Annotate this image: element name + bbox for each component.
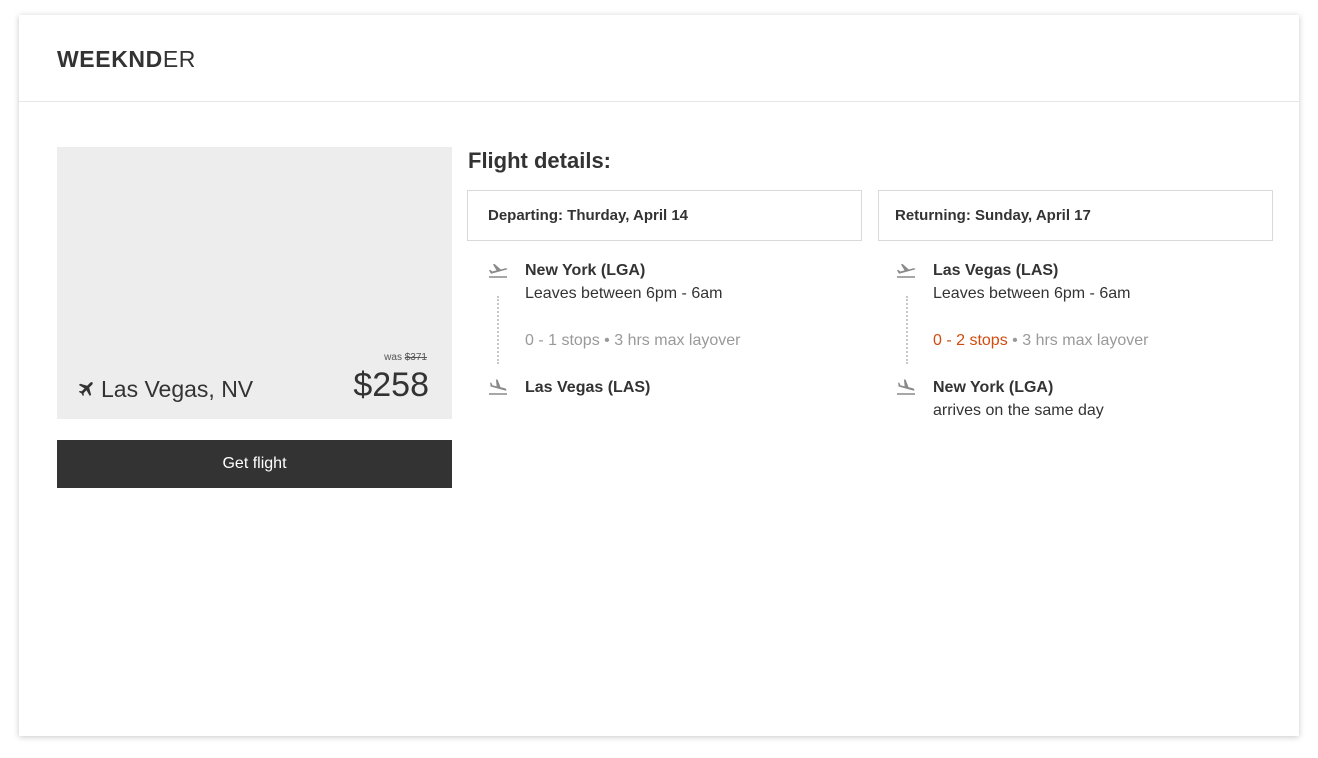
logo-bold-part: WEEKND	[57, 46, 163, 72]
arrival-note: arrives on the same day	[933, 402, 1104, 419]
returning-destination: New York (LGA)	[933, 379, 1054, 396]
takeoff-icon	[488, 263, 508, 278]
returning-leg: Las Vegas (LAS) Leaves between 6pm - 6am…	[878, 241, 1273, 441]
route-dotted-line	[497, 296, 499, 364]
departing-origin: New York (LGA)	[525, 262, 646, 279]
returning-column: Returning: Sunday, April 17 Las Vegas (L…	[878, 190, 1273, 441]
landing-icon	[489, 379, 507, 395]
weeknder-logo[interactable]: WEEKNDER	[57, 46, 196, 72]
returning-origin: Las Vegas (LAS)	[933, 262, 1059, 279]
destination-row: Las Vegas, NV	[77, 376, 253, 402]
departing-destination: Las Vegas (LAS)	[525, 379, 651, 396]
takeoff-icon	[896, 263, 916, 278]
departing-stops: 0 - 1 stops	[525, 332, 600, 349]
flight-details-title: Flight details:	[468, 148, 611, 173]
destination-card: was $371 $258 Las Vegas, NV	[57, 147, 452, 419]
separator-dot: •	[604, 332, 610, 349]
was-label: was	[384, 352, 402, 363]
departing-layover: 3 hrs max layover	[614, 332, 741, 349]
departing-stops-info: 0 - 1 stops • 3 hrs max layover	[525, 331, 740, 351]
departing-header[interactable]: Departing: Thurday, April 14	[467, 190, 862, 241]
get-flight-button[interactable]: Get flight	[57, 440, 452, 488]
returning-layover: 3 hrs max layover	[1022, 332, 1149, 349]
route-dotted-line	[906, 296, 908, 364]
was-price: was $371	[384, 352, 427, 363]
returning-stops: 0 - 2 stops	[933, 332, 1008, 349]
top-header: WEEKNDER	[19, 15, 1299, 102]
current-price: $258	[353, 366, 429, 404]
destination-name: Las Vegas, NV	[101, 376, 254, 402]
logo-light-part: ER	[162, 46, 196, 72]
departing-leg: New York (LGA) Leaves between 6pm - 6am …	[467, 241, 862, 441]
airplane-icon	[78, 382, 93, 397]
returning-header[interactable]: Returning: Sunday, April 17	[878, 190, 1273, 241]
landing-icon	[897, 379, 915, 395]
departing-leave-window: Leaves between 6pm - 6am	[525, 285, 723, 302]
app-window: WEEKNDER was $371 $258 Las Vegas, NV Get…	[19, 15, 1299, 736]
original-price: $371	[404, 352, 427, 363]
separator-dot: •	[1012, 332, 1018, 349]
departing-column: Departing: Thurday, April 14 New York (L…	[467, 190, 862, 441]
returning-stops-info: 0 - 2 stops • 3 hrs max layover	[933, 331, 1148, 351]
returning-leave-window: Leaves between 6pm - 6am	[933, 285, 1131, 302]
